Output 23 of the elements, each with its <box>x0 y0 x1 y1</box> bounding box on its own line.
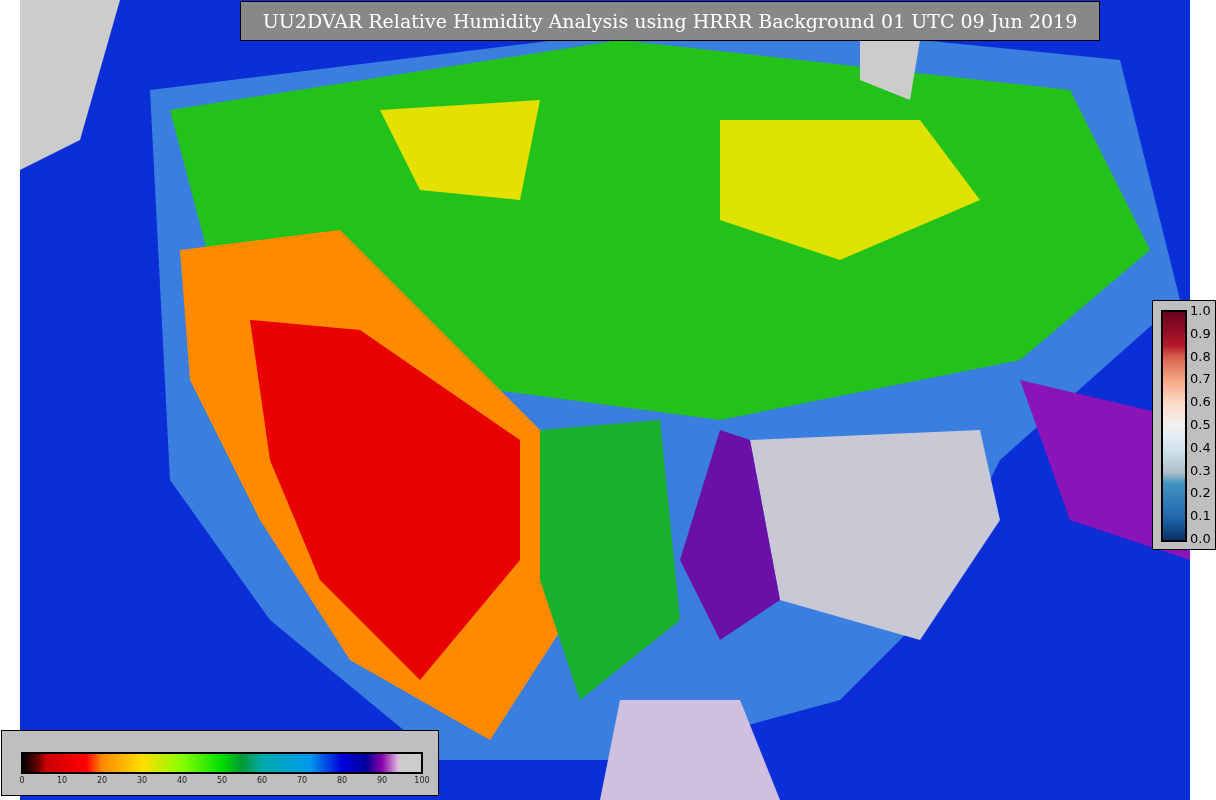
tick-label: 90 <box>376 775 388 787</box>
tick-label: 30 <box>136 775 148 787</box>
tick-label: 100 <box>414 775 430 787</box>
tick-label: 10 <box>56 775 68 787</box>
tick-label: 0.8 <box>1190 348 1212 365</box>
tick-label: 20 <box>96 775 108 787</box>
tick-label: 0 <box>19 775 25 787</box>
tick-label: 0.3 <box>1190 462 1212 479</box>
tick-label: 0.1 <box>1190 508 1212 525</box>
tick-label: 0.0 <box>1190 530 1212 547</box>
tick-label: 0.6 <box>1190 394 1212 411</box>
map-title: UU2DVAR Relative Humidity Analysis using HRRR Background 01 UTC 09 Jun 2019 <box>240 1 1100 41</box>
tick-label: 60 <box>256 775 268 787</box>
tick-label: 1.0 <box>1190 303 1212 319</box>
tick-label: 50 <box>216 775 228 787</box>
tick-label: 0.9 <box>1190 325 1212 342</box>
tick-label: 40 <box>176 775 188 787</box>
tick-label: 0.4 <box>1190 439 1212 456</box>
tick-label: 70 <box>296 775 308 787</box>
tick-label: 0.7 <box>1190 371 1212 388</box>
tick-label: 0.2 <box>1190 485 1212 502</box>
tick-label: 0.5 <box>1190 417 1212 433</box>
tick-label: 80 <box>336 775 348 787</box>
